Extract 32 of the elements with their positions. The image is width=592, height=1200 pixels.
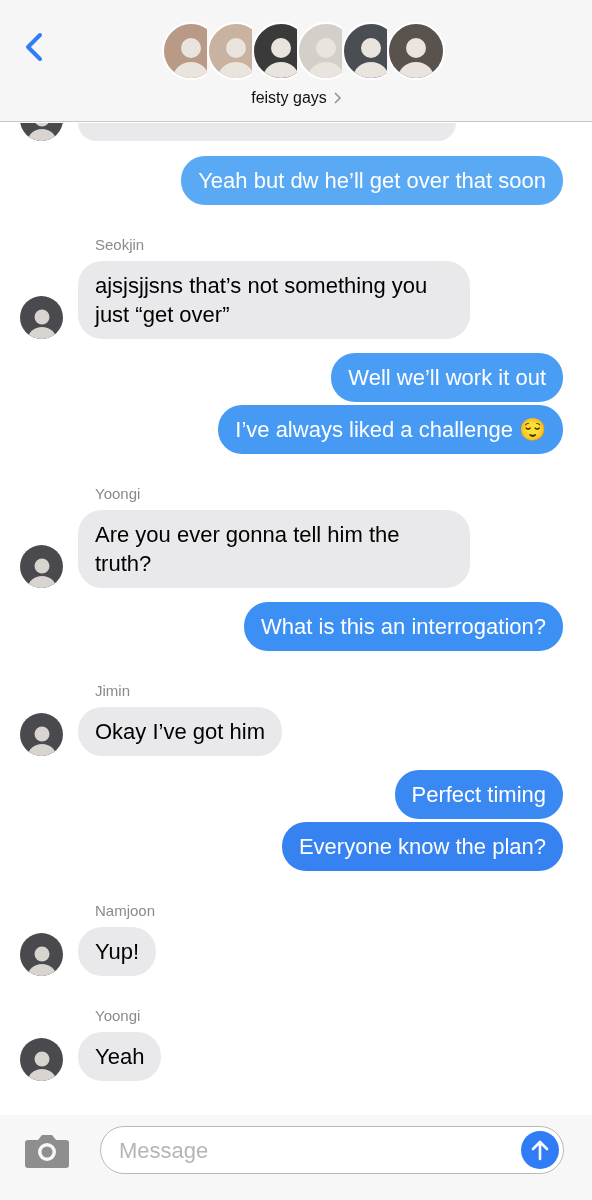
avatar[interactable] — [252, 22, 297, 80]
avatar[interactable] — [20, 933, 63, 976]
chevron-icon[interactable] — [332, 92, 341, 104]
message-bubble: I’ve always liked a challenge 😌 — [218, 405, 563, 454]
message-bubble: Yeah — [78, 1032, 162, 1081]
message-bubble: Everyone know the plan? — [281, 822, 563, 871]
avatar[interactable] — [20, 296, 63, 339]
avatar[interactable] — [20, 1038, 63, 1081]
message-bubble: Yeah but dw he’ll get over that soon — [181, 156, 563, 205]
message-bubble: Perfect timing — [394, 770, 563, 819]
message-field[interactable]: Message — [100, 1126, 564, 1174]
message-bubble: What is this an interrogation? — [244, 602, 563, 651]
avatar[interactable] — [20, 123, 63, 141]
sender-name: Yoongi — [95, 485, 141, 502]
sender-name: Seokjin — [95, 236, 145, 253]
send-button[interactable] — [521, 1131, 559, 1169]
avatar[interactable] — [20, 713, 63, 756]
group-name[interactable]: feisty gays — [251, 86, 327, 110]
arrow-up-icon — [531, 1139, 549, 1161]
back-icon[interactable] — [24, 32, 44, 62]
avatar[interactable] — [342, 22, 387, 80]
message-bubble: Are you ever gonna tell him the truth? — [78, 510, 470, 588]
message-bubble: Well we’ll work it out — [331, 353, 563, 402]
camera-icon[interactable] — [24, 1133, 70, 1169]
message-input[interactable]: Message — [119, 1133, 521, 1167]
message-bubble: Yup! — [78, 927, 157, 976]
sender-name: Namjoon — [95, 902, 156, 919]
message-bubble: Okay I’ve got him — [78, 707, 282, 756]
sender-name: Jimin — [95, 682, 130, 699]
message-bubble: ajsjsjjsns that’s not something you just “get over” — [78, 261, 470, 339]
sender-name: Yoongi — [95, 1007, 141, 1024]
avatar[interactable] — [20, 545, 63, 588]
